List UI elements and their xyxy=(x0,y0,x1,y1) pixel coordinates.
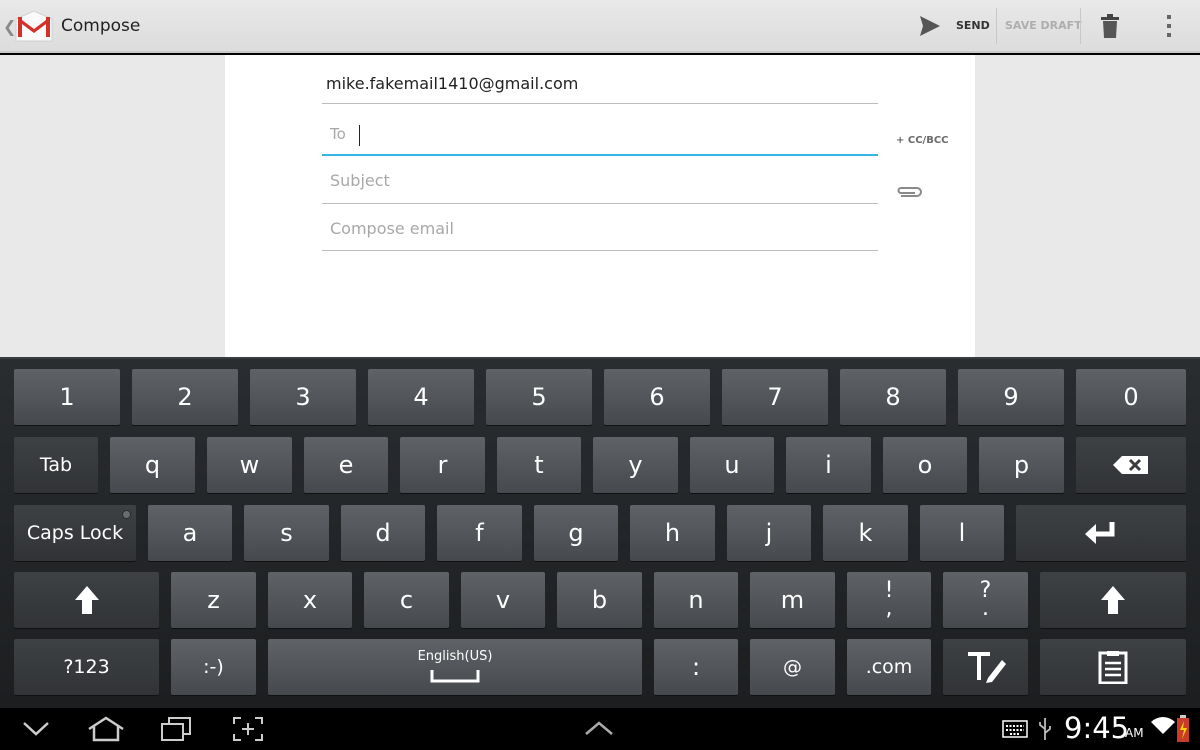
wifi-icon xyxy=(1151,717,1175,734)
clock-ampm: AM xyxy=(1125,726,1144,740)
key-5[interactable]: 5 xyxy=(486,369,592,425)
battery-icon xyxy=(1177,715,1189,742)
key-t[interactable]: t xyxy=(497,437,581,493)
to-label: To xyxy=(330,125,346,143)
subject-placeholder: Subject xyxy=(330,171,390,190)
from-field[interactable]: mike.fakemail1410@gmail.com xyxy=(322,70,878,104)
app-root: ❮ Compose SEND SAVE DRAFT mike.fakemail1… xyxy=(0,0,1200,750)
key-e[interactable]: e xyxy=(304,437,388,493)
key-4[interactable]: 4 xyxy=(368,369,474,425)
key-n[interactable]: n xyxy=(654,572,738,628)
key-8[interactable]: 8 xyxy=(840,369,946,425)
key-space[interactable]: English(US) xyxy=(268,639,642,695)
keyboard-status-icon xyxy=(1002,720,1028,738)
key-1[interactable]: 1 xyxy=(14,369,120,425)
key-dotcom[interactable]: .com xyxy=(847,639,931,695)
key-shift-left[interactable] xyxy=(14,572,159,628)
key-s[interactable]: s xyxy=(244,505,329,561)
key-shift-right[interactable] xyxy=(1040,572,1186,628)
send-icon[interactable] xyxy=(918,14,942,38)
action-bar: ❮ Compose SEND SAVE DRAFT xyxy=(0,0,1200,53)
screenshot-icon[interactable] xyxy=(232,716,264,742)
body-placeholder: Compose email xyxy=(330,219,454,238)
cc-bcc-button[interactable]: + CC/BCC xyxy=(896,135,949,146)
page-title: Compose xyxy=(61,16,141,36)
on-screen-keyboard: 1 2 3 4 5 6 7 8 9 0 Tab q w e r t y u i … xyxy=(0,357,1200,708)
key-k[interactable]: k xyxy=(823,505,908,561)
divider xyxy=(996,8,997,44)
key-z[interactable]: z xyxy=(171,572,256,628)
key-emoticon[interactable]: :-) xyxy=(171,639,256,695)
key-tab[interactable]: Tab xyxy=(14,437,98,493)
key-m[interactable]: m xyxy=(750,572,835,628)
divider xyxy=(1080,8,1081,44)
shift-icon xyxy=(1101,586,1125,614)
key-caps-lock[interactable]: Caps Lock xyxy=(14,505,136,561)
key-l[interactable]: l xyxy=(920,505,1004,561)
from-account: mike.fakemail1410@gmail.com xyxy=(326,74,579,93)
key-d[interactable]: d xyxy=(341,505,425,561)
paperclip-icon[interactable] xyxy=(895,184,923,200)
save-draft-button[interactable]: SAVE DRAFT xyxy=(1005,19,1082,32)
key-c[interactable]: c xyxy=(364,572,449,628)
key-0[interactable]: 0 xyxy=(1076,369,1186,425)
key-at[interactable]: @ xyxy=(750,639,835,695)
send-button[interactable]: SEND xyxy=(956,19,990,32)
clipboard-icon xyxy=(1098,651,1128,684)
key-a[interactable]: a xyxy=(148,505,232,561)
key-w[interactable]: w xyxy=(207,437,292,493)
backspace-icon xyxy=(1113,456,1148,474)
usb-icon xyxy=(1039,718,1051,740)
home-icon[interactable] xyxy=(86,716,126,742)
text-cursor xyxy=(359,125,360,146)
caps-lock-indicator xyxy=(122,510,131,519)
key-x[interactable]: x xyxy=(268,572,352,628)
recent-apps-icon[interactable] xyxy=(160,716,192,742)
key-6[interactable]: 6 xyxy=(604,369,710,425)
body-field[interactable]: Compose email xyxy=(322,216,878,251)
enter-icon xyxy=(1085,522,1115,544)
space-bar-icon xyxy=(430,670,480,683)
gmail-logo[interactable] xyxy=(14,11,54,43)
key-p[interactable]: p xyxy=(979,437,1064,493)
key-9[interactable]: 9 xyxy=(958,369,1064,425)
handwriting-icon xyxy=(967,652,1006,683)
key-3[interactable]: 3 xyxy=(250,369,356,425)
key-handwriting[interactable] xyxy=(943,639,1028,695)
key-colon[interactable]: : xyxy=(654,639,738,695)
key-r[interactable]: r xyxy=(400,437,485,493)
key-enter[interactable] xyxy=(1016,505,1186,561)
key-g[interactable]: g xyxy=(534,505,618,561)
space-language-label: English(US) xyxy=(417,649,493,664)
key-clipboard[interactable] xyxy=(1040,639,1186,695)
key-i[interactable]: i xyxy=(786,437,871,493)
key-j[interactable]: j xyxy=(727,505,811,561)
key-h[interactable]: h xyxy=(630,505,715,561)
hide-keyboard-icon[interactable] xyxy=(22,721,50,737)
key-7[interactable]: 7 xyxy=(722,369,828,425)
key-symbols[interactable]: ?123 xyxy=(14,639,159,695)
key-b[interactable]: b xyxy=(557,572,642,628)
overflow-menu-icon[interactable] xyxy=(1164,13,1174,39)
clock: 9:45 xyxy=(1064,711,1130,745)
key-exclamation-comma[interactable]: ! , xyxy=(847,572,931,628)
key-q[interactable]: q xyxy=(110,437,195,493)
key-o[interactable]: o xyxy=(883,437,967,493)
key-2[interactable]: 2 xyxy=(132,369,238,425)
key-y[interactable]: y xyxy=(593,437,678,493)
key-v[interactable]: v xyxy=(461,572,545,628)
key-u[interactable]: u xyxy=(690,437,774,493)
key-question-period[interactable]: ? . xyxy=(943,572,1028,628)
to-field[interactable]: To xyxy=(322,118,878,156)
trash-icon[interactable] xyxy=(1100,13,1120,39)
system-navigation-bar: 9:45 AM xyxy=(0,708,1200,750)
shift-icon xyxy=(74,586,99,614)
key-backspace[interactable] xyxy=(1076,437,1186,493)
up-chevron-icon[interactable] xyxy=(584,720,614,736)
subject-field[interactable]: Subject xyxy=(322,168,878,204)
key-f[interactable]: f xyxy=(437,505,522,561)
